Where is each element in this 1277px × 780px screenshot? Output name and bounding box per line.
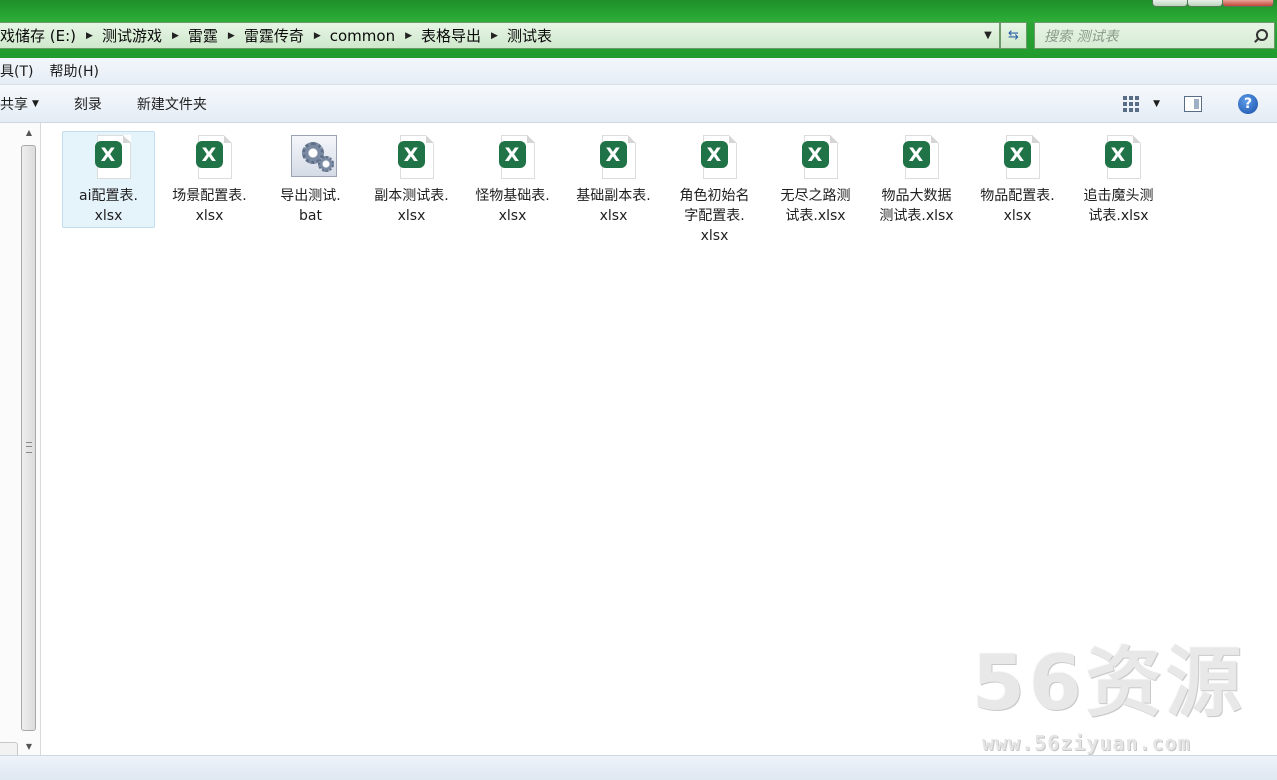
file-item[interactable]: X 副本测试表. xlsx [365, 131, 458, 228]
breadcrumb-item[interactable]: 测试游戏 ▶ [102, 23, 188, 48]
menu-item-help[interactable]: 帮助(H) [49, 61, 98, 81]
excel-file-icon: X [1095, 135, 1143, 179]
batch-file-gear-icon [287, 135, 337, 179]
file-name: 场景配置表. xlsx [172, 188, 247, 224]
file-name: 追击魔头测 试表.xlsx [1083, 188, 1154, 224]
scroll-down-arrow-icon[interactable]: ▼ [18, 737, 40, 755]
chevron-right-icon[interactable]: ▶ [491, 31, 498, 41]
file-name: 怪物基础表. xlsx [475, 188, 550, 224]
maximize-button[interactable] [1187, 0, 1223, 7]
chevron-right-icon[interactable]: ▶ [405, 31, 412, 41]
breadcrumb-item[interactable]: 戏储存 (E:) ▶ [0, 23, 102, 48]
breadcrumb-item[interactable]: 表格导出 ▶ [421, 23, 507, 48]
breadcrumb-item[interactable]: 雷霆 ▶ [188, 23, 244, 48]
file-name: 基础副本表. xlsx [576, 188, 651, 224]
chevron-right-icon[interactable]: ▶ [86, 31, 93, 41]
help-question-icon[interactable]: ? [1238, 93, 1258, 114]
file-item[interactable]: X 无尽之路测 试表.xlsx [769, 131, 862, 228]
file-item[interactable]: X 怪物基础表. xlsx [466, 131, 559, 228]
breadcrumb-item[interactable]: common ▶ [330, 23, 421, 48]
chevron-right-icon[interactable]: ▶ [228, 31, 235, 41]
file-name: 导出测试. bat [280, 188, 341, 224]
file-item[interactable]: X ai配置表. xlsx [62, 131, 155, 228]
views-grid-icon[interactable] [1123, 95, 1140, 112]
scroll-thumb[interactable] [21, 145, 36, 731]
refresh-arrows-icon: ⇆ [1008, 28, 1019, 43]
views-dropdown-icon[interactable]: ▼ [1153, 99, 1160, 109]
breadcrumb-label: 测试游戏 [101, 27, 162, 45]
address-history-dropdown[interactable]: ▼ [978, 22, 998, 49]
menu-item-tools[interactable]: 具(T) [0, 61, 33, 81]
scroll-up-arrow-icon[interactable]: ▲ [18, 123, 40, 141]
excel-file-icon: X [893, 135, 941, 179]
file-item[interactable]: X 基础副本表. xlsx [567, 131, 660, 228]
grip-icon [26, 442, 32, 453]
minimize-button[interactable] [1152, 0, 1188, 7]
breadcrumb[interactable]: 戏储存 (E:) ▶ 测试游戏 ▶ 雷霆 ▶ 雷霆传奇 ▶ common ▶ 表格导出 ▶ … [0, 22, 1000, 49]
refresh-button[interactable]: ⇆ [1000, 22, 1027, 49]
breadcrumb-label: 雷霆传奇 [243, 27, 304, 45]
caret-down-icon: ▼ [32, 98, 39, 109]
new-folder-button[interactable]: 新建文件夹 [137, 94, 207, 114]
breadcrumb-label: 雷霆 [187, 27, 218, 45]
watermark-logo: 56资源 [972, 638, 1246, 727]
breadcrumb-label: common [329, 26, 396, 45]
close-button[interactable] [1222, 0, 1274, 7]
burn-button[interactable]: 刻录 [74, 94, 102, 114]
breadcrumb-label: 戏储存 (E:) [0, 27, 77, 45]
excel-file-icon: X [590, 135, 638, 179]
file-name: 副本测试表. xlsx [374, 188, 449, 224]
command-bar: 共享 ▼ 刻录 新建文件夹 ▼ ? [0, 85, 1277, 123]
file-item[interactable]: 导出测试. bat [264, 131, 357, 228]
search-placeholder: 搜索 测试表 [1044, 28, 1119, 45]
breadcrumb-item[interactable]: 雷霆传奇 ▶ [244, 23, 330, 48]
file-name: ai配置表. xlsx [79, 188, 138, 224]
preview-pane-icon[interactable] [1184, 95, 1202, 112]
chevron-right-icon[interactable]: ▶ [172, 31, 179, 41]
search-input[interactable]: 搜索 测试表 [1034, 22, 1275, 49]
breadcrumb-label: 测试表 [506, 27, 552, 45]
status-bar [0, 755, 1277, 780]
breadcrumb-item[interactable]: 测试表 [507, 23, 558, 48]
file-name: 物品配置表. xlsx [980, 188, 1055, 224]
excel-file-icon: X [691, 135, 739, 179]
window-title-bar [0, 0, 1277, 22]
file-name: 无尽之路测 试表.xlsx [780, 188, 851, 224]
file-item[interactable]: X 物品大数据 测试表.xlsx [870, 131, 963, 228]
excel-file-icon: X [489, 135, 537, 179]
share-label: 共享 [0, 96, 28, 113]
chevron-right-icon[interactable]: ▶ [314, 31, 321, 41]
burn-label: 刻录 [73, 96, 102, 113]
new-folder-label: 新建文件夹 [136, 96, 207, 113]
excel-file-icon: X [388, 135, 436, 179]
excel-file-icon: X [792, 135, 840, 179]
chevron-down-icon: ▼ [984, 30, 992, 41]
excel-file-icon: X [994, 135, 1042, 179]
menu-bar: 具(T) 帮助(H) [0, 58, 1277, 85]
nav-scrollbar[interactable]: ▲ ▼ [18, 123, 40, 755]
file-item[interactable]: X 追击魔头测 试表.xlsx [1072, 131, 1165, 228]
watermark-url: www.56ziyuan.com [982, 731, 1191, 755]
share-button[interactable]: 共享 ▼ [0, 94, 39, 114]
excel-file-icon: X [186, 135, 234, 179]
file-name: 物品大数据 测试表.xlsx [879, 188, 954, 224]
magnifier-icon[interactable] [1252, 28, 1268, 44]
breadcrumb-label: 表格导出 [421, 27, 482, 45]
file-name: 角色初始名 字配置表. xlsx [679, 188, 750, 244]
file-item[interactable]: X 角色初始名 字配置表. xlsx [668, 131, 761, 249]
excel-file-icon: X [85, 135, 133, 179]
file-item[interactable]: X 场景配置表. xlsx [163, 131, 256, 228]
file-item[interactable]: X 物品配置表. xlsx [971, 131, 1064, 228]
